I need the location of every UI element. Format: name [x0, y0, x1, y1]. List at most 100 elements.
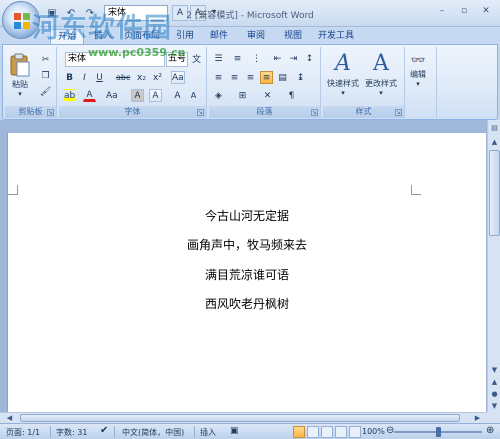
clipboard-group: 粘贴 ▾ ✂ ❐ 🖌 剪贴板 ↘: [5, 47, 57, 118]
language-indicator[interactable]: 中文(简体，中国): [122, 427, 184, 438]
sort-icon[interactable]: ↕: [303, 52, 316, 65]
status-separator: [194, 426, 195, 438]
scroll-left-icon[interactable]: ◀: [4, 413, 15, 423]
editing-group: 👓 编辑 ▾: [407, 47, 437, 118]
subscript-button[interactable]: x₂: [135, 71, 148, 84]
page-count[interactable]: 页面: 1/1: [6, 427, 40, 438]
change-styles-label: 更改样式: [365, 79, 397, 88]
zoom-level[interactable]: 100%: [362, 427, 385, 436]
editing-label: 编辑: [410, 70, 426, 79]
styles-launcher-icon[interactable]: ↘: [395, 109, 402, 116]
proofing-icon[interactable]: ✔: [100, 425, 108, 436]
align-right-icon[interactable]: ≡: [244, 71, 257, 84]
multilevel-list-icon[interactable]: ⋮: [250, 52, 263, 65]
full-screen-reading-view-button[interactable]: [307, 426, 319, 438]
web-layout-view-button[interactable]: [321, 426, 333, 438]
change-styles-icon: A: [373, 51, 389, 76]
tab-view[interactable]: 视图: [278, 29, 308, 44]
close-button[interactable]: ✕: [478, 4, 494, 18]
phonetic-guide-icon[interactable]: 文: [190, 52, 203, 65]
change-case-button[interactable]: Aa: [105, 89, 119, 102]
watermark-text: 河东软件园: [32, 13, 172, 44]
poem-line-3: 满目荒凉谁可语: [204, 268, 289, 282]
strikethrough-button[interactable]: abc: [115, 71, 131, 84]
paragraph-group-label: 段落: [209, 106, 320, 118]
numbering-icon[interactable]: ≡: [231, 52, 244, 65]
bold-button[interactable]: B: [63, 71, 76, 84]
highlight-button[interactable]: ab: [63, 89, 77, 102]
italic-button[interactable]: I: [78, 71, 91, 84]
increase-indent-icon[interactable]: ⇥: [287, 52, 300, 65]
bullets-icon[interactable]: ☰: [212, 52, 225, 65]
editing-button[interactable]: 👓 编辑 ▾: [410, 53, 426, 88]
decrease-indent-icon[interactable]: ⇤: [271, 52, 284, 65]
shrink-font-button[interactable]: A: [187, 89, 200, 102]
macro-record-icon[interactable]: ▣: [230, 426, 239, 436]
cut-icon[interactable]: ✂: [39, 53, 52, 66]
paste-dropdown-icon[interactable]: ▾: [18, 90, 22, 98]
show-hide-marks-icon[interactable]: ¶: [285, 89, 298, 102]
paste-button[interactable]: 粘贴 ▾: [9, 53, 31, 98]
print-layout-view-button[interactable]: [293, 426, 305, 438]
clear-formatting-button[interactable]: Aa: [171, 71, 185, 84]
status-separator: [50, 426, 51, 438]
horizontal-scrollbar[interactable]: ◀ ▶: [0, 412, 487, 423]
poem-line-1: 今古山河无定据: [204, 209, 289, 223]
paragraph-group: ☰ ≡ ⋮ ⇤ ⇥ ↕ ≡ ≡ ≡ ≡ ▤ ↨ ◈ ⊞ ✕ ¶ 段落 ↘: [209, 47, 321, 118]
document-page[interactable]: 今古山河无定据 画角声中，牧马频来去 满目荒凉谁可语 西风吹老丹枫树: [7, 133, 486, 412]
zoom-in-icon[interactable]: ⊕: [486, 425, 494, 436]
clipboard-launcher-icon[interactable]: ↘: [47, 109, 54, 116]
draft-view-button[interactable]: [349, 426, 361, 438]
editing-dropdown-icon: ▾: [416, 80, 420, 88]
scroll-up-icon[interactable]: ▲: [489, 136, 500, 148]
align-center-icon[interactable]: ≡: [228, 71, 241, 84]
ribbon: 粘贴 ▾ ✂ ❐ 🖌 剪贴板 ↘ 宋体 五号 文 B I U abc x₂ x²…: [2, 44, 498, 120]
font-launcher-icon[interactable]: ↘: [197, 109, 204, 116]
quick-styles-button[interactable]: A 快速样式 ▾: [327, 51, 359, 97]
vertical-scroll-thumb[interactable]: [489, 150, 500, 236]
borders-icon[interactable]: ⊞: [236, 89, 249, 102]
paste-label: 粘贴: [12, 80, 28, 89]
justify-icon[interactable]: ≡: [260, 71, 273, 84]
poem-line-2: 画角声中，牧马频来去: [186, 238, 307, 252]
browse-object-icon[interactable]: ●: [489, 388, 500, 400]
align-left-icon[interactable]: ≡: [212, 71, 225, 84]
scroll-down-icon[interactable]: ▼: [489, 364, 500, 376]
window-controls: – ▫ ✕: [434, 4, 494, 18]
maximize-button[interactable]: ▫: [456, 4, 472, 18]
line-spacing-icon[interactable]: ↨: [294, 71, 307, 84]
distribute-icon[interactable]: ▤: [276, 71, 289, 84]
quick-styles-label: 快速样式: [327, 79, 359, 88]
superscript-button[interactable]: x²: [151, 71, 164, 84]
next-page-icon[interactable]: ▼: [489, 400, 500, 412]
tab-review[interactable]: 审阅: [241, 29, 271, 44]
zoom-slider-knob[interactable]: [436, 427, 441, 437]
copy-icon[interactable]: ❐: [39, 69, 52, 82]
tab-references[interactable]: 引用: [170, 29, 200, 44]
grow-font-button[interactable]: A: [171, 89, 184, 102]
outline-view-button[interactable]: [335, 426, 347, 438]
font-color-button[interactable]: A: [83, 89, 96, 102]
scroll-right-icon[interactable]: ▶: [472, 413, 483, 423]
insert-mode-indicator[interactable]: 插入: [200, 427, 216, 438]
chinese-layout-icon[interactable]: ✕: [261, 89, 274, 102]
tab-mailings[interactable]: 邮件: [204, 29, 234, 44]
horizontal-scroll-thumb[interactable]: [20, 414, 460, 422]
crop-mark-top-right: [411, 185, 421, 195]
status-bar: 页面: 1/1 字数: 31 ✔ 中文(简体，中国) 插入 ▣ 100% ⊖ ⊕: [0, 423, 500, 439]
styles-group: A 快速样式 ▾ A 更改样式 ▾ 样式 ↘: [323, 47, 405, 118]
change-styles-button[interactable]: A 更改样式 ▾: [365, 51, 397, 97]
shading-icon[interactable]: ◈: [212, 89, 225, 102]
underline-button[interactable]: U: [93, 71, 106, 84]
character-border-button[interactable]: A: [149, 89, 162, 102]
format-painter-icon[interactable]: 🖌: [39, 85, 52, 98]
ruler-toggle-icon[interactable]: ▤: [489, 122, 500, 134]
paragraph-launcher-icon[interactable]: ↘: [311, 109, 318, 116]
word-count[interactable]: 字数: 31: [56, 427, 87, 438]
character-shading-button[interactable]: A: [131, 89, 144, 102]
vertical-scrollbar[interactable]: ▤ ▲ ▼ ▲ ● ▼: [487, 120, 500, 412]
minimize-button[interactable]: –: [434, 4, 450, 18]
find-binoculars-icon: 👓: [410, 53, 426, 67]
previous-page-icon[interactable]: ▲: [489, 376, 500, 388]
tab-developer[interactable]: 开发工具: [314, 29, 358, 44]
